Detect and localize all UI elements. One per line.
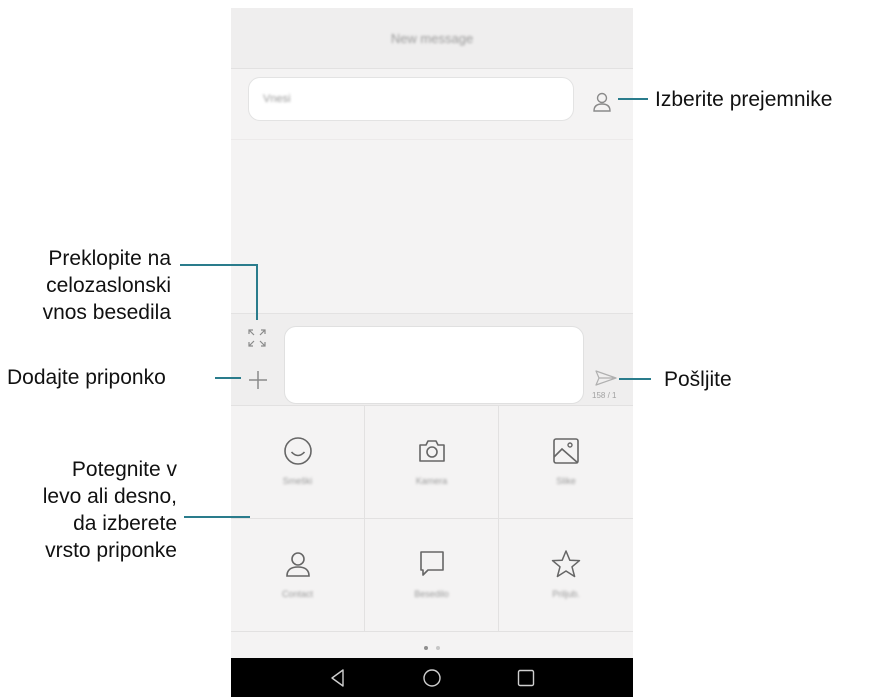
back-icon[interactable] [328, 668, 348, 688]
camera-icon [418, 440, 445, 462]
message-icon [419, 551, 444, 576]
callout-fullscreen-line-3: vnos besedila [42, 301, 171, 324]
screen-title: New message [390, 30, 474, 46]
callout-swipe-line-4: vrsto priponke [45, 539, 177, 562]
callout-recipients: Izberite prejemnike [655, 88, 833, 111]
attachment-camera[interactable]: Kamera [365, 406, 499, 519]
callout-line-fullscreen-v [256, 264, 258, 320]
attachment-contact[interactable]: Contact [231, 519, 365, 632]
contact-icon [285, 552, 310, 577]
recents-icon[interactable] [516, 668, 536, 688]
attachment-favorite[interactable]: Priljub. [499, 519, 633, 632]
callout-line-recipients [618, 98, 648, 100]
character-counter: 158 / 1 [592, 391, 617, 400]
add-attachment-icon[interactable] [248, 370, 268, 390]
phone-screen: New message Vnesi 158 / 1 Smeški Kamera … [231, 8, 633, 697]
callout-swipe-line-3: da izberete [73, 512, 177, 535]
page-dot-active [424, 646, 428, 650]
callout-line-fullscreen-h [180, 264, 257, 266]
navigation-bar [231, 658, 633, 697]
callout-fullscreen-line-2: celozaslonski [46, 274, 171, 297]
callout-fullscreen: Preklopite na celozaslonski vnos besedil… [26, 245, 171, 326]
fullscreen-icon[interactable] [247, 328, 267, 348]
recipient-placeholder: Vnesi [263, 93, 291, 105]
callout-line-send [619, 378, 651, 380]
attachment-label: Contact [281, 589, 314, 599]
home-icon[interactable] [422, 668, 442, 688]
message-input[interactable] [284, 326, 584, 404]
attachment-label: Kamera [415, 476, 448, 486]
attachment-label: Smeški [282, 476, 313, 486]
callout-swipe-line-2: levo ali desno, [42, 485, 177, 508]
callout-fullscreen-line-1: Preklopite na [48, 247, 171, 270]
attachment-grid[interactable]: Smeški Kamera Slike Contact Besedilo Pri… [231, 405, 633, 632]
callout-line-attach [215, 377, 241, 379]
page-dot [436, 646, 440, 650]
callout-swipe: Potegnite v levo ali desno, da izberete … [5, 456, 177, 564]
callout-swipe-line-1: Potegnite v [71, 458, 177, 481]
attachment-label: Slike [556, 476, 576, 486]
callout-attach: Dodajte priponko [7, 366, 166, 389]
attachment-label: Priljub. [552, 589, 580, 599]
star-icon [551, 550, 581, 578]
attachment-label: Besedilo [414, 589, 449, 599]
recipient-input[interactable]: Vnesi [248, 77, 574, 121]
send-icon[interactable] [595, 370, 617, 386]
compose-bar: 158 / 1 [231, 313, 633, 406]
attachment-text[interactable]: Besedilo [365, 519, 499, 632]
callout-line-swipe [184, 516, 250, 518]
attachment-image[interactable]: Slike [499, 406, 633, 519]
recipient-area: Vnesi [231, 69, 633, 140]
select-contact-icon[interactable] [591, 91, 613, 113]
callout-send: Pošljite [664, 368, 732, 391]
image-icon [553, 438, 579, 464]
smiley-icon [283, 437, 312, 465]
title-bar: New message [231, 8, 633, 69]
attachment-emoji[interactable]: Smeški [231, 406, 365, 519]
